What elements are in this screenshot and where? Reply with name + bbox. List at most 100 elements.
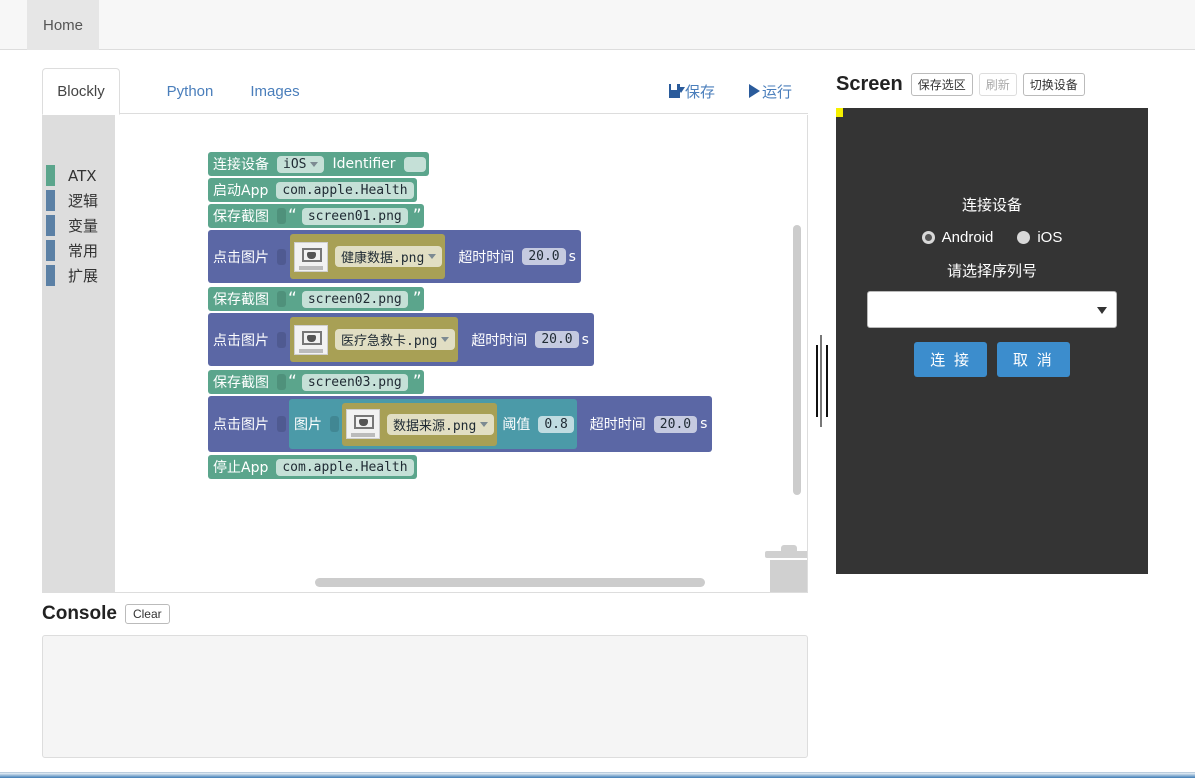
save-button[interactable]: 保存 — [669, 80, 715, 102]
connect-device-dialog: 连接设备 Android iOS 请选择序列号 连 接 取 消 — [836, 194, 1148, 377]
block-save-screenshot-label: 保存截图 — [213, 292, 269, 308]
category-extension-label: 扩展 — [68, 267, 99, 285]
screenshot-filename-field[interactable]: screen03.png — [301, 373, 408, 391]
tab-home-label: Home — [42, 16, 83, 34]
image-name-value: 健康数据.png — [341, 251, 425, 266]
device-screen-view[interactable]: 连接设备 Android iOS 请选择序列号 连 接 取 消 — [836, 108, 1148, 574]
floppy-disk-icon — [669, 84, 685, 98]
image-value-block-2[interactable]: 医疗急救卡.png — [290, 317, 459, 362]
block-connect-device-label: 连接设备 — [213, 157, 269, 173]
quote-open-icon: “ — [288, 372, 297, 392]
category-logic[interactable]: 逻辑 — [43, 188, 115, 213]
block-connect-device[interactable]: 连接设备 iOS Identifier — [208, 152, 429, 176]
image-name-value: 数据来源.png — [393, 418, 477, 434]
block-click-image-3[interactable]: 点击图片 图片 数据来源.png 阈值 0.8 超时时间 20.0 s — [208, 396, 713, 452]
platform-radio-group: Android iOS — [921, 229, 1062, 246]
play-icon — [749, 84, 760, 98]
clear-console-button[interactable]: Clear — [124, 604, 170, 624]
selection-marker — [836, 108, 843, 117]
timeout-unit: s — [581, 331, 589, 348]
quote-close-icon: ” — [412, 289, 422, 309]
tab-python-label: Python — [166, 83, 214, 100]
value-socket — [277, 248, 286, 265]
chevron-down-icon — [441, 337, 450, 342]
radio-android[interactable]: Android — [921, 229, 993, 246]
screen-panel: Screen 保存选区 刷新 切换设备 连接设备 Android iOS 请选择… — [836, 68, 1148, 574]
value-socket — [277, 416, 286, 432]
run-button[interactable]: 运行 — [749, 80, 792, 102]
workspace-canvas[interactable]: 连接设备 iOS Identifier 启动App com.apple.Heal… — [115, 115, 807, 592]
block-click-image-2[interactable]: 点击图片 医疗急救卡.png 超时时间 20.0 s — [208, 313, 594, 366]
connect-button[interactable]: 连 接 — [914, 342, 987, 377]
timeout-field[interactable]: 20.0 — [535, 331, 579, 348]
workspace-horizontal-scrollbar[interactable] — [315, 578, 705, 587]
run-button-label: 运行 — [762, 83, 793, 101]
category-color-swatch — [46, 265, 55, 286]
quote-open-icon: “ — [288, 206, 297, 226]
save-selection-button[interactable]: 保存选区 — [910, 72, 973, 96]
start-app-package-field[interactable]: com.apple.Health — [276, 181, 414, 199]
timeout-label: 超时时间 — [589, 417, 646, 433]
category-common-label: 常用 — [68, 242, 99, 260]
block-click-image-label: 点击图片 — [213, 332, 269, 349]
platform-dropdown[interactable]: iOS — [277, 155, 325, 173]
image-thumbnail — [294, 324, 328, 355]
block-click-image-1[interactable]: 点击图片 健康数据.png 超时时间 20.0 s — [208, 230, 581, 283]
block-save-screenshot-1[interactable]: 保存截图 “ screen01.png ” — [208, 204, 424, 228]
timeout-label: 超时时间 — [471, 332, 528, 349]
workspace-vertical-scrollbar[interactable] — [793, 225, 801, 495]
screenshot-filename-field[interactable]: screen02.png — [301, 290, 408, 308]
tab-python[interactable]: Python — [160, 68, 220, 115]
tab-blockly[interactable]: Blockly — [42, 68, 120, 115]
category-common[interactable]: 常用 — [43, 238, 115, 263]
timeout-unit: s — [700, 416, 708, 432]
blockly-workspace[interactable]: ATX 逻辑 变量 常用 扩展 连接设备 iOS Identifier 启动Ap… — [42, 115, 808, 593]
screenshot-filename-field[interactable]: screen01.png — [301, 207, 408, 225]
cancel-button[interactable]: 取 消 — [997, 342, 1070, 377]
chevron-down-icon — [310, 161, 319, 167]
category-atx[interactable]: ATX — [43, 163, 115, 188]
image-name-dropdown[interactable]: 数据来源.png — [387, 413, 495, 435]
console-title: Console — [42, 603, 117, 624]
console-output[interactable] — [42, 635, 808, 758]
stop-app-package-field[interactable]: com.apple.Health — [276, 458, 414, 476]
status-bar — [0, 772, 1195, 778]
radio-ios-label: iOS — [1037, 229, 1063, 246]
image-name-dropdown[interactable]: 健康数据.png — [335, 246, 443, 267]
editor-tab-bar: Blockly Python Images 保存 运行 — [42, 68, 808, 115]
block-save-screenshot-label: 保存截图 — [213, 375, 269, 391]
screen-panel-header: Screen 保存选区 刷新 切换设备 — [836, 68, 1148, 100]
chevron-down-icon — [480, 421, 489, 427]
trash-can-icon[interactable] — [765, 545, 807, 592]
switch-device-button[interactable]: 切换设备 — [1022, 72, 1085, 96]
console-header: Console Clear — [42, 600, 808, 628]
image-name-dropdown[interactable]: 医疗急救卡.png — [335, 329, 456, 350]
radio-android-dot — [921, 231, 935, 244]
category-color-swatch — [46, 190, 55, 211]
block-stop-app[interactable]: 停止App com.apple.Health — [208, 455, 417, 479]
block-click-image-label: 点击图片 — [213, 249, 269, 266]
quote-close-icon: ” — [412, 372, 422, 392]
block-start-app[interactable]: 启动App com.apple.Health — [208, 178, 417, 202]
category-extension[interactable]: 扩展 — [43, 263, 115, 288]
timeout-label: 超时时间 — [458, 249, 515, 266]
category-variables[interactable]: 变量 — [43, 213, 115, 238]
serial-number-select[interactable] — [867, 291, 1117, 328]
category-color-swatch — [46, 240, 55, 261]
block-save-screenshot-3[interactable]: 保存截图 “ screen03.png ” — [208, 370, 424, 394]
radio-ios[interactable]: iOS — [1017, 229, 1062, 246]
value-socket — [277, 331, 286, 348]
timeout-field[interactable]: 20.0 — [653, 415, 698, 433]
block-save-screenshot-2[interactable]: 保存截图 “ screen02.png ” — [208, 287, 424, 311]
refresh-button[interactable]: 刷新 — [978, 72, 1017, 96]
image-match-block[interactable]: 图片 数据来源.png 阈值 0.8 — [289, 399, 577, 449]
image-value-block-3[interactable]: 数据来源.png — [342, 402, 498, 446]
tab-images[interactable]: Images — [238, 68, 312, 115]
panel-resize-handle[interactable] — [815, 335, 833, 427]
image-value-block-1[interactable]: 健康数据.png — [290, 234, 446, 279]
identifier-input[interactable] — [403, 156, 426, 172]
threshold-field[interactable]: 0.8 — [538, 415, 574, 433]
category-variables-label: 变量 — [68, 217, 99, 235]
timeout-field[interactable]: 20.0 — [522, 248, 566, 265]
tab-home[interactable]: Home — [27, 0, 99, 50]
